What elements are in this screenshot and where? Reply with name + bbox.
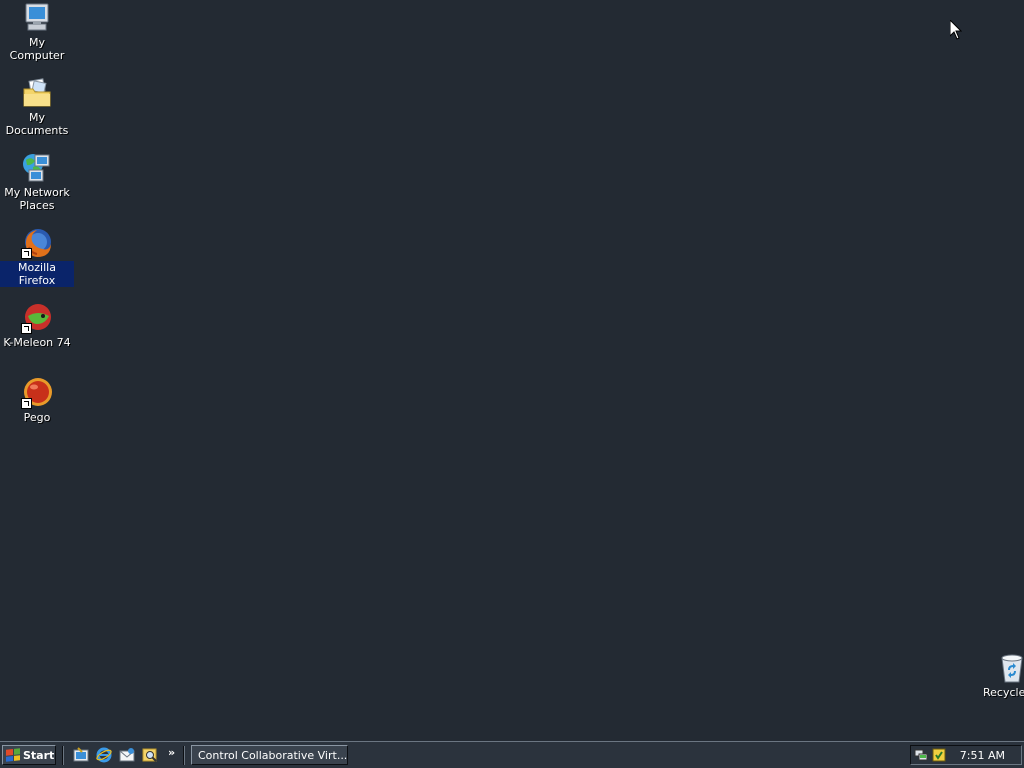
network-icon[interactable] [914, 748, 928, 762]
documents-folder-icon [21, 77, 53, 109]
desktop-icon-pego[interactable]: Pego [0, 377, 74, 424]
search-icon[interactable] [142, 747, 158, 763]
desktop-icon-my-documents[interactable]: My Documents [0, 77, 74, 137]
desktop-icon-label: Mozilla Firefox [0, 261, 74, 287]
desktop-icon-my-network-places[interactable]: My Network Places [0, 152, 74, 212]
desktop-icon-label: K-Meleon 74 [3, 336, 71, 349]
recycle-bin-icon [996, 652, 1024, 684]
desktop-icon-label: My Network Places [4, 186, 70, 212]
security-icon[interactable] [932, 748, 946, 762]
desktop-icon-label: Recycle [983, 686, 1024, 699]
computer-icon [21, 2, 53, 34]
desktop-icon-k-meleon[interactable]: K-Meleon 74 [0, 302, 74, 349]
desktop-icon-mozilla-firefox[interactable]: Mozilla Firefox [0, 227, 74, 287]
start-label: Start [23, 748, 55, 762]
clock[interactable]: 7:51 AM [960, 749, 1005, 762]
desktop-icon-recycle-bin[interactable]: Recycle [968, 652, 1024, 699]
quick-launch-more-chevron[interactable]: » [168, 746, 175, 759]
taskbar-window-button[interactable]: Control Collaborative Virt... [191, 745, 348, 765]
desktop-icon-my-computer[interactable]: My Computer [0, 2, 74, 62]
desktop[interactable]: My Computer My Documents My Network Plac… [0, 0, 1024, 741]
shortcut-arrow-icon [21, 248, 32, 259]
show-desktop-icon[interactable] [73, 747, 89, 763]
taskbar-separator [183, 746, 185, 765]
desktop-icon-label: Pego [23, 411, 51, 424]
internet-explorer-icon[interactable] [96, 747, 112, 763]
network-places-icon [21, 152, 53, 184]
mouse-pointer-icon [950, 20, 962, 40]
windows-flag-icon [6, 748, 20, 762]
firefox-icon [21, 227, 53, 259]
pego-icon [21, 377, 53, 409]
taskbar-separator [62, 746, 64, 765]
outlook-express-icon[interactable] [119, 747, 135, 763]
taskbar-window-title: Control Collaborative Virt... [198, 748, 348, 762]
shortcut-arrow-icon [21, 398, 32, 409]
shortcut-arrow-icon [21, 323, 32, 334]
start-button[interactable]: Start [2, 745, 56, 765]
desktop-icon-label: My Computer [9, 36, 65, 62]
k-meleon-icon [21, 302, 53, 334]
desktop-icon-label: My Documents [5, 111, 69, 137]
taskbar: Start » Control Collaborative Virt... 7:… [0, 741, 1024, 768]
system-tray: 7:51 AM [910, 745, 1022, 765]
